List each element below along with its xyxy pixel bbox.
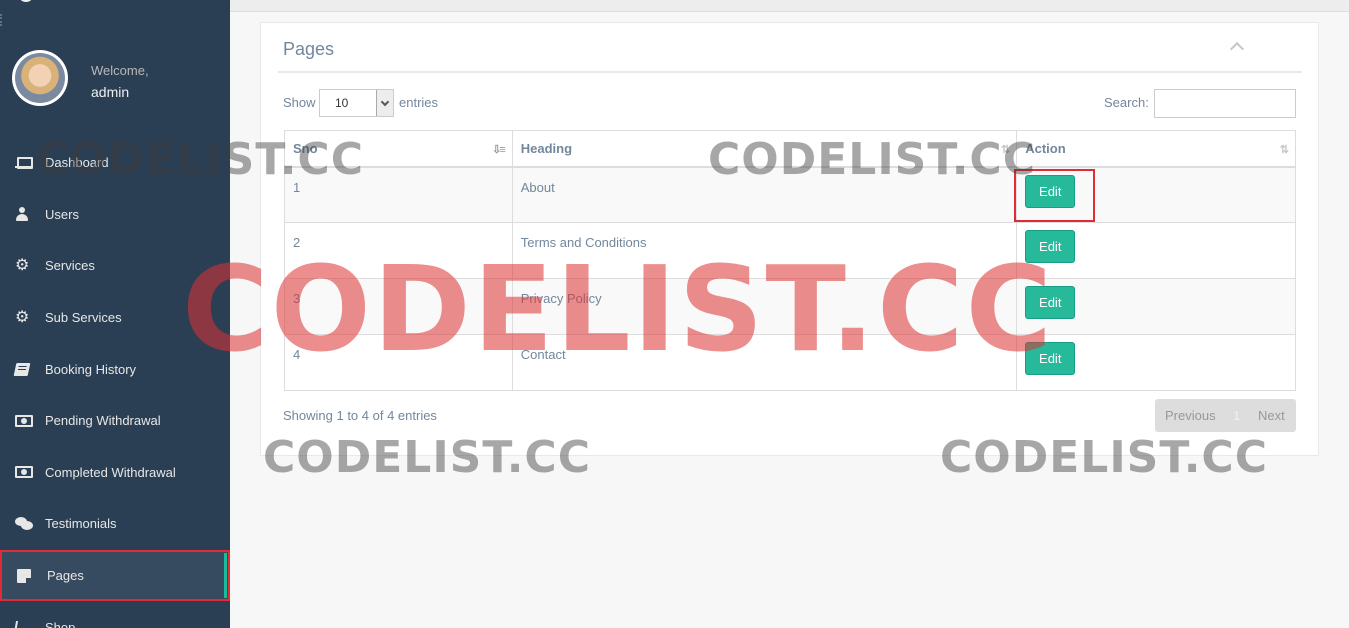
- sidebar-item-label: Services: [45, 258, 95, 274]
- chevron-down-icon: [376, 90, 393, 116]
- pages-table: Sno ⇩≡ Heading ⇅ Action ⇅ 1 About Edit 2 Te…: [284, 130, 1296, 391]
- cell-sno: 1: [284, 166, 513, 223]
- sort-icon: ⇅: [1001, 144, 1010, 156]
- sidebar-item-label: Pages: [47, 568, 84, 584]
- money-icon: [15, 466, 35, 479]
- divider: [278, 71, 1302, 73]
- length-label: Show: [283, 95, 316, 110]
- cell-action: Edit: [1016, 278, 1296, 335]
- avatar[interactable]: [12, 50, 68, 106]
- sidebar-item-label: Pending Withdrawal: [45, 413, 161, 429]
- table-row: 1 About Edit: [284, 166, 1296, 223]
- length-suffix: entries: [399, 95, 439, 110]
- menu-dots: [0, 14, 2, 26]
- cell-sno: 2: [284, 222, 513, 279]
- edit-button[interactable]: Edit: [1025, 174, 1076, 208]
- profile-block: Welcome, admin: [12, 50, 222, 106]
- sidebar-item-booking-history[interactable]: Booking History: [0, 343, 230, 395]
- sidebar-item-completed-withdrawal[interactable]: Completed Withdrawal: [0, 447, 230, 499]
- sidebar-menu: Dashboard Users ⚙ Services ⚙ Sub Service…: [0, 137, 230, 628]
- cart-icon: [13, 621, 35, 628]
- sidebar-item-sub-services[interactable]: ⚙ Sub Services: [0, 292, 230, 344]
- sidebar-item-label: Shop: [45, 619, 76, 628]
- cell-action: Edit: [1016, 166, 1296, 223]
- user-icon: [15, 207, 35, 222]
- book-icon: [13, 362, 35, 376]
- sidebar-item-label: Testimonials: [45, 516, 117, 532]
- page-1-button[interactable]: 1: [1233, 408, 1240, 423]
- site-logo-icon: [18, 0, 34, 2]
- username: admin: [91, 84, 130, 100]
- sidebar-item-pending-withdrawal[interactable]: Pending Withdrawal: [0, 395, 230, 447]
- sidebar-item-label: Completed Withdrawal: [45, 464, 176, 480]
- edit-button[interactable]: Edit: [1025, 286, 1076, 319]
- page-title: Pages: [283, 39, 335, 59]
- sidebar-item-shop[interactable]: Shop: [0, 601, 230, 628]
- sidebar-item-dashboard[interactable]: Dashboard: [0, 137, 230, 189]
- gear-icon: ⚙: [15, 256, 30, 274]
- top-navbar: [230, 0, 1349, 12]
- entries-select-value: 10: [335, 96, 349, 110]
- sort-icon: ⇅: [1279, 144, 1289, 156]
- pagination: Previous 1 Next: [1155, 399, 1296, 432]
- table-header-row: Sno ⇩≡ Heading ⇅ Action ⇅: [284, 130, 1296, 168]
- sidebar-item-users[interactable]: Users: [0, 189, 230, 241]
- cell-sno: 3: [284, 278, 513, 335]
- money-icon: [15, 414, 35, 427]
- sidebar-item-services[interactable]: ⚙ Services: [0, 240, 230, 292]
- table-info: Showing 1 to 4 of 4 entries: [283, 408, 437, 423]
- column-header-heading[interactable]: Heading ⇅: [511, 130, 1018, 168]
- welcome-text: Welcome,: [91, 63, 149, 78]
- table-row: 2 Terms and Conditions Edit: [284, 222, 1296, 279]
- cell-heading: Terms and Conditions: [511, 222, 1018, 279]
- pages-panel: Pages Show 10 entries Search: Sno ⇩≡ Head…: [260, 22, 1319, 456]
- entries-select[interactable]: 10: [319, 89, 394, 117]
- sidebar-item-testimonials[interactable]: Testimonials: [0, 498, 230, 550]
- sidebar-item-label: Sub Services: [45, 310, 122, 326]
- table-row: 3 Privacy Policy Edit: [284, 278, 1296, 335]
- column-header-action[interactable]: Action ⇅: [1016, 130, 1296, 168]
- search-label: Search:: [1104, 95, 1149, 110]
- edit-button[interactable]: Edit: [1025, 230, 1076, 263]
- cell-sno: 4: [284, 334, 513, 391]
- sidebar-item-pages[interactable]: Pages: [0, 549, 230, 602]
- next-button[interactable]: Next: [1258, 408, 1285, 423]
- chevron-up-icon[interactable]: [1229, 41, 1245, 57]
- sort-asc-icon: ⇩≡: [492, 144, 506, 156]
- sidebar-item-label: Booking History: [45, 361, 137, 377]
- table-row: 4 Contact Edit: [284, 334, 1296, 391]
- sidebar: Welcome, admin Dashboard Users ⚙ Service…: [0, 0, 230, 628]
- sticky-note-icon: [17, 568, 37, 583]
- cell-action: Edit: [1016, 334, 1296, 391]
- cell-heading: Contact: [511, 334, 1018, 391]
- laptop-icon: [15, 157, 35, 170]
- search-input[interactable]: [1154, 89, 1296, 118]
- cell-heading: Privacy Policy: [511, 278, 1018, 335]
- cell-action: Edit: [1016, 222, 1296, 279]
- cell-heading: About: [511, 166, 1018, 223]
- sidebar-item-label: Dashboard: [45, 155, 109, 171]
- gear-icon: ⚙: [15, 308, 30, 326]
- comments-icon: [15, 517, 35, 531]
- edit-button[interactable]: Edit: [1025, 342, 1076, 375]
- previous-button[interactable]: Previous: [1165, 408, 1216, 423]
- sidebar-item-label: Users: [45, 206, 79, 222]
- column-header-sno[interactable]: Sno ⇩≡: [284, 130, 513, 168]
